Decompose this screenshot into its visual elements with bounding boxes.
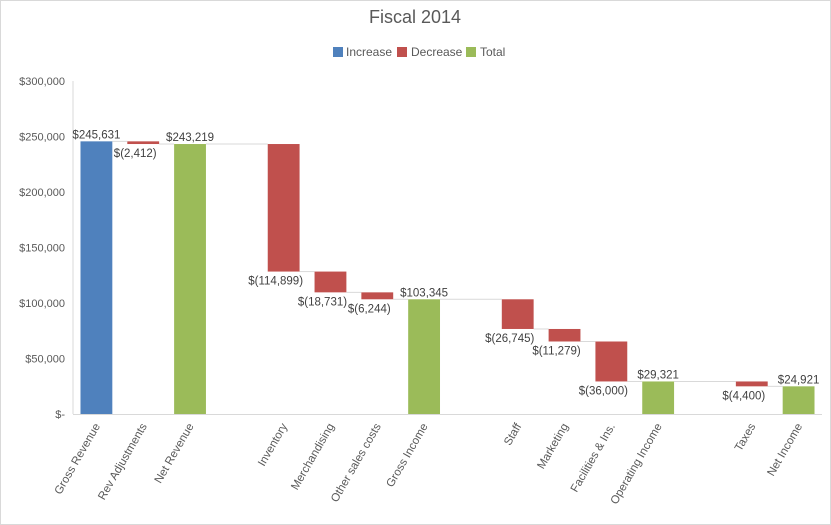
legend-label-total: Total bbox=[480, 45, 505, 59]
legend-swatch-decrease bbox=[397, 47, 407, 57]
x-tick-label-merchandising: Merchandising bbox=[289, 422, 337, 493]
y-tick-label: $250,000 bbox=[19, 132, 65, 144]
waterfall-chart: Fiscal 2014 Increase Decrease Total $- $5… bbox=[19, 7, 822, 507]
bar-gross-revenue bbox=[80, 141, 113, 414]
data-label-rev-adjustments: $(2,412) bbox=[114, 148, 157, 160]
y-axis: $- $50,000 $100,000 $150,000 $200,000 $250,00… bbox=[19, 76, 74, 421]
legend: Increase Decrease Total bbox=[333, 45, 505, 59]
x-tick-label-gross-income: Gross Income bbox=[385, 422, 431, 490]
legend-swatch-total bbox=[466, 47, 476, 57]
bar-net-income bbox=[782, 386, 815, 414]
legend-item-decrease: Decrease bbox=[397, 45, 463, 59]
x-tick-label-inventory: Inventory bbox=[256, 421, 290, 468]
bar-facilities-ins bbox=[595, 341, 628, 382]
bar-net-revenue bbox=[174, 144, 206, 414]
legend-item-increase: Increase bbox=[333, 45, 392, 59]
y-tick-label: $- bbox=[55, 409, 65, 421]
y-tick-label: $50,000 bbox=[25, 354, 65, 366]
data-label-inventory: $(114,899) bbox=[248, 276, 303, 288]
data-label-net-revenue: $243,219 bbox=[166, 132, 214, 144]
legend-label-increase: Increase bbox=[346, 45, 392, 59]
data-label-facilities-ins: $(36,000) bbox=[579, 385, 628, 397]
legend-item-total: Total bbox=[466, 45, 505, 59]
x-tick-label-staff: Staff bbox=[502, 421, 525, 448]
bar-marketing bbox=[548, 328, 581, 342]
chart-title: Fiscal 2014 bbox=[369, 7, 461, 27]
bar-rev-adjustments bbox=[127, 141, 160, 145]
data-label-gross-revenue: $245,631 bbox=[72, 129, 120, 141]
x-tick-label-net-income: Net Income bbox=[765, 422, 805, 479]
legend-label-decrease: Decrease bbox=[411, 45, 463, 59]
bar-gross-income bbox=[408, 299, 441, 414]
y-tick-label: $150,000 bbox=[19, 243, 65, 255]
bars bbox=[80, 141, 815, 414]
connector-lines bbox=[112, 140, 783, 387]
data-label-net-income: $24,921 bbox=[778, 374, 820, 386]
x-tick-label-facilities-ins: Facilities & Ins. bbox=[569, 422, 618, 495]
x-tick-label-net-revenue: Net Revenue bbox=[153, 422, 197, 486]
legend-swatch-increase bbox=[333, 47, 343, 57]
y-tick-label: $300,000 bbox=[19, 76, 65, 88]
bar-merchandising bbox=[314, 271, 347, 293]
x-axis: Gross RevenueRev Adjustments Net Revenue I… bbox=[53, 414, 822, 507]
bar-operating-income bbox=[642, 381, 675, 414]
data-label-staff: $(26,745) bbox=[485, 333, 534, 345]
bar-staff bbox=[501, 299, 534, 329]
x-tick-label-other-sales-costs: Other sales costs bbox=[329, 421, 384, 504]
x-tick-label-gross-revenue: Gross Revenue bbox=[53, 422, 103, 497]
x-tick-label-marketing: Marketing bbox=[535, 422, 571, 472]
data-label-marketing: $(11,279) bbox=[532, 345, 581, 357]
bar-other-sales-costs bbox=[361, 292, 394, 300]
bar-taxes bbox=[735, 381, 768, 387]
x-tick-label-rev-adjustments: Rev Adjustments bbox=[96, 421, 150, 502]
bar-inventory bbox=[267, 144, 300, 272]
data-label-operating-income: $29,321 bbox=[637, 369, 679, 381]
data-label-merchandising: $(18,731) bbox=[298, 296, 347, 308]
data-label-other-sales-costs: $(6,244) bbox=[348, 303, 391, 315]
data-label-taxes: $(4,400) bbox=[722, 390, 765, 402]
y-tick-label: $100,000 bbox=[19, 298, 65, 310]
x-tick-label-operating-income: Operating Income bbox=[609, 422, 665, 507]
y-tick-label: $200,000 bbox=[19, 187, 65, 199]
x-tick-label-taxes: Taxes bbox=[733, 421, 759, 453]
data-label-gross-income: $103,345 bbox=[400, 287, 448, 299]
